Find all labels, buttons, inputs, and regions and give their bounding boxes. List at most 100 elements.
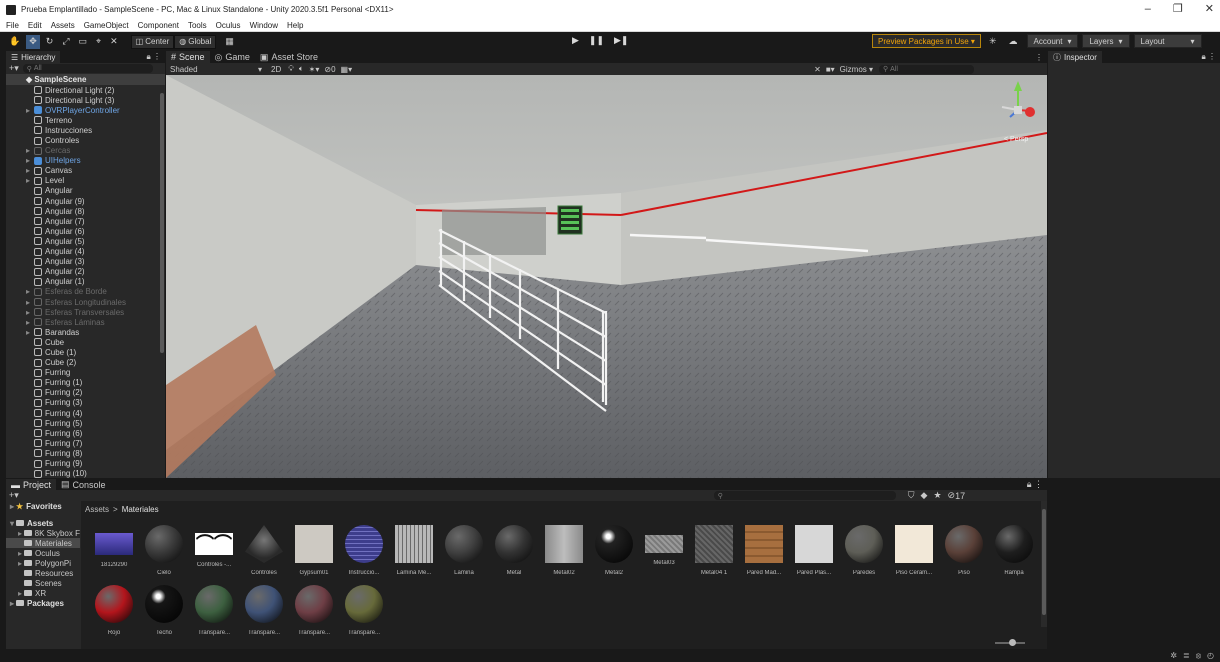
expand-arrow-icon[interactable]: ▸ — [26, 156, 34, 165]
hierarchy-item[interactable]: Terreno — [6, 115, 165, 125]
hierarchy-item[interactable]: ▸ Canvas — [6, 166, 165, 176]
asset-item[interactable]: Transpare... — [339, 583, 389, 643]
expand-arrow-icon[interactable]: ▸ — [26, 176, 34, 185]
play-button[interactable]: ▶ — [572, 35, 579, 46]
audio-toggle-icon[interactable]: 🔈︎ — [299, 64, 304, 74]
hierarchy-item[interactable]: ▸ Level — [6, 176, 165, 186]
layout-dropdown[interactable]: Layout ▾ — [1133, 34, 1202, 48]
project-tree-item[interactable]: Scenes — [6, 578, 80, 588]
project-tree-item[interactable]: ▾ Assets — [6, 518, 80, 528]
asset-item[interactable]: Paredes — [839, 523, 889, 583]
hierarchy-item[interactable]: Cube (2) — [6, 358, 165, 368]
hierarchy-item[interactable]: Furring (2) — [6, 388, 165, 398]
hierarchy-item[interactable]: Angular (7) — [6, 216, 165, 226]
scene-search-input[interactable]: ⚲ All — [879, 64, 975, 74]
bug-icon[interactable]: ✲ — [1170, 651, 1177, 661]
scene-root-row[interactable]: ◆ SampleScene — [6, 74, 165, 85]
asset-scroll-track[interactable] — [1041, 501, 1047, 627]
tab-game[interactable]: ◎ Game — [210, 51, 255, 63]
asset-item[interactable]: Rojo — [89, 583, 139, 643]
tab-asset-store[interactable]: ▣ Asset Store — [255, 51, 323, 63]
asset-item[interactable]: Techo — [139, 583, 189, 643]
asset-item[interactable]: Metal2 — [589, 523, 639, 583]
breadcrumb-materiales[interactable]: Materiales — [122, 505, 159, 514]
tab-inspector[interactable]: ⓘ Inspector — [1048, 51, 1102, 63]
hierarchy-item[interactable]: Furring (5) — [6, 418, 165, 428]
hierarchy-item[interactable]: Angular (2) — [6, 267, 165, 277]
custom-tool-icon[interactable]: ✕ — [107, 35, 121, 49]
hierarchy-item[interactable]: ▸ Esferas Láminas — [6, 317, 165, 327]
expand-arrow-icon[interactable]: ▸ — [26, 318, 34, 327]
project-search-input[interactable]: ⚲ — [713, 491, 896, 500]
close-button[interactable]: ✕ — [1205, 0, 1214, 19]
hierarchy-item[interactable]: Furring (6) — [6, 428, 165, 438]
project-tree-item[interactable]: ▸ XR — [6, 588, 80, 598]
favorite-star-icon[interactable]: ★ — [933, 490, 941, 501]
hierarchy-item[interactable]: Furring (8) — [6, 448, 165, 458]
menu-component[interactable]: Component — [138, 21, 179, 30]
hierarchy-item[interactable]: ▸ Cercas — [6, 146, 165, 156]
project-tree-item[interactable]: ▸ 8K Skybox F — [6, 528, 80, 538]
menu-edit[interactable]: Edit — [28, 21, 42, 30]
hierarchy-search-input[interactable]: ⚲ All — [22, 64, 153, 73]
tab-scene[interactable]: # Scene — [166, 51, 210, 63]
hierarchy-item[interactable]: Furring (7) — [6, 438, 165, 448]
thumbnail-size-slider[interactable] — [995, 639, 1025, 646]
project-tree-item[interactable]: ▸ ★ Favorites — [6, 501, 80, 511]
gizmos-dropdown[interactable]: Gizmos ▾ — [840, 65, 873, 74]
hierarchy-item[interactable]: ▸ Barandas — [6, 327, 165, 337]
tools-settings-icon[interactable]: ✕ — [814, 65, 821, 74]
asset-item[interactable]: Instruccio... — [339, 523, 389, 583]
hierarchy-item[interactable]: Instrucciones — [6, 125, 165, 135]
asset-item[interactable]: Metal — [489, 523, 539, 583]
asset-item[interactable]: Piso — [939, 523, 989, 583]
hierarchy-item[interactable]: Controles — [6, 135, 165, 145]
account-dropdown[interactable]: Account ▾ — [1026, 34, 1079, 48]
move-tool-icon[interactable]: ✥ — [26, 34, 40, 49]
expand-arrow-icon[interactable]: ▸ — [26, 298, 34, 307]
hierarchy-item[interactable]: Angular (6) — [6, 226, 165, 236]
scene-viewport[interactable]: < Persp — [166, 75, 1047, 478]
asset-item[interactable]: Lamina Me... — [389, 523, 439, 583]
hierarchy-item[interactable]: ▸ Esferas Longitudinales — [6, 297, 165, 307]
expand-arrow-icon[interactable]: ▸ — [26, 308, 34, 317]
add-icon[interactable]: +▾ — [9, 63, 19, 74]
maximize-button[interactable]: ❐ — [1173, 0, 1183, 19]
hierarchy-item[interactable]: ▸ Esferas Transversales — [6, 307, 165, 317]
menu-window[interactable]: Window — [250, 21, 278, 30]
menu-oculus[interactable]: Oculus — [216, 21, 241, 30]
toggle-2d-button[interactable]: 2D — [268, 65, 284, 74]
project-tree-item[interactable]: ▸ PolygonPi — [6, 558, 80, 568]
scale-tool-icon[interactable]: ⤢ — [59, 35, 72, 49]
camera-settings-icon[interactable]: ■▾ — [826, 65, 835, 74]
asset-item[interactable]: Gypsum01 — [289, 523, 339, 583]
grid-visibility-icon[interactable]: ▦▾ — [341, 65, 353, 74]
hand-tool-icon[interactable]: ✋ — [6, 35, 23, 49]
project-tree-item[interactable]: Resources — [6, 568, 80, 578]
hierarchy-item[interactable]: Angular (5) — [6, 236, 165, 246]
pause-button[interactable]: ❚❚ — [589, 35, 604, 46]
hierarchy-item[interactable]: Angular (4) — [6, 247, 165, 257]
hierarchy-item[interactable]: Angular (1) — [6, 277, 165, 287]
hierarchy-item[interactable]: Furring — [6, 368, 165, 378]
asset-item[interactable]: Controles — [239, 523, 289, 583]
expand-arrow-icon[interactable]: ▸ — [26, 287, 34, 296]
transform-tool-icon[interactable]: ⌖ — [93, 35, 104, 49]
project-tree-item[interactable]: Materiales — [6, 538, 80, 548]
asset-item[interactable]: Piso Ceram... — [889, 523, 939, 583]
hierarchy-item[interactable]: Cube (1) — [6, 347, 165, 357]
hierarchy-item[interactable]: Cube — [6, 337, 165, 347]
lighting-toggle-icon[interactable]: 💡︎ — [288, 64, 294, 74]
filter-label-icon[interactable]: ◆ — [921, 490, 928, 501]
asset-item[interactable]: Transpare... — [289, 583, 339, 643]
hierarchy-item[interactable]: Directional Light (2) — [6, 85, 165, 95]
tab-project[interactable]: ▬ Project — [6, 478, 57, 491]
rect-tool-icon[interactable]: ▭ — [76, 35, 91, 49]
asset-item[interactable]: ⌒⌒ Controles -... — [189, 523, 239, 583]
draw-mode-dropdown[interactable]: Shaded ▾ — [166, 65, 262, 74]
filter-type-icon[interactable]: ⛉ — [908, 490, 915, 501]
hierarchy-item[interactable]: Furring (4) — [6, 408, 165, 418]
minimize-button[interactable]: – — [1145, 0, 1151, 19]
lock-icon[interactable]: 🔒︎ ⋮ — [1202, 52, 1220, 62]
asset-item[interactable]: Rampa — [989, 523, 1039, 583]
